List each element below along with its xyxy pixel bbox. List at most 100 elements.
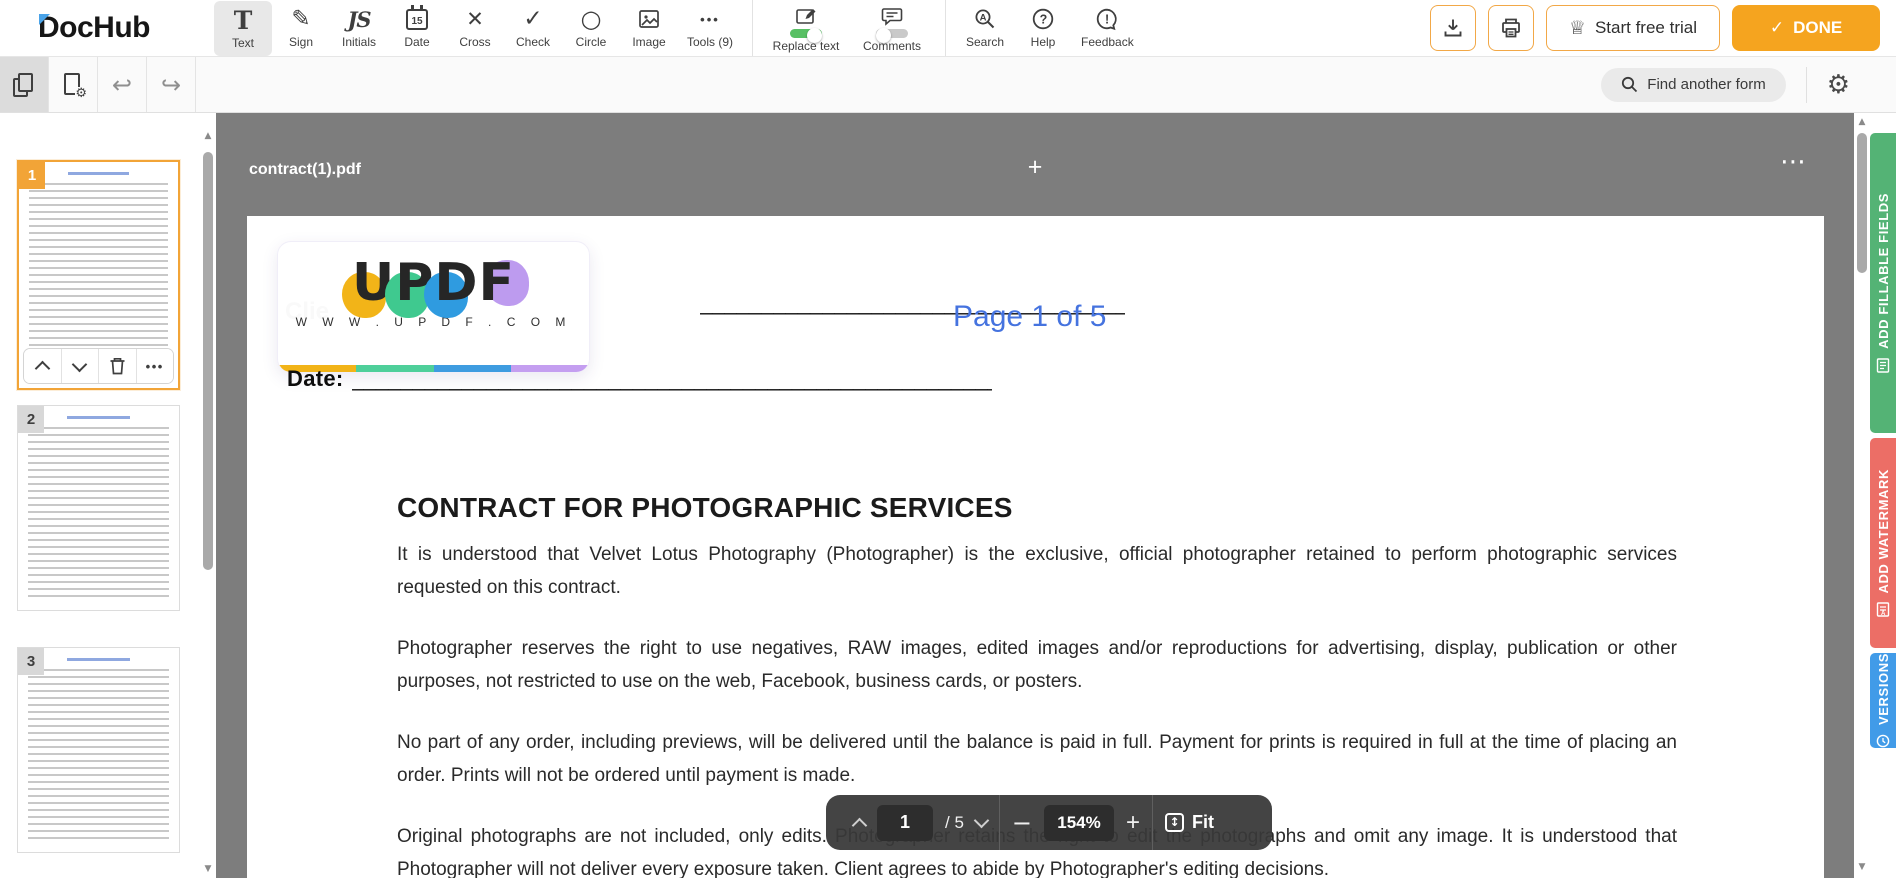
tool-more-tools[interactable]: ••• Tools (9) xyxy=(678,0,742,57)
download-button[interactable] xyxy=(1429,5,1476,51)
zoom-out-button[interactable]: − xyxy=(1012,811,1032,835)
find-another-form-label: Find another form xyxy=(1647,76,1766,93)
text-icon: T xyxy=(233,5,253,35)
tool-feedback[interactable]: ! Feedback xyxy=(1072,0,1143,57)
sign-pen-icon: ✎ xyxy=(291,6,311,32)
date-field-row: Date: __________________________________… xyxy=(287,366,992,398)
tool-help[interactable]: ? Help xyxy=(1014,0,1072,57)
tool-text[interactable]: T Text xyxy=(214,0,272,56)
fit-page-button[interactable]: ↕ Fit xyxy=(1165,812,1214,833)
tool-comments[interactable]: Comments xyxy=(849,0,935,57)
document-scrollbar[interactable]: ▲ ▼ xyxy=(1854,113,1870,878)
tool-check[interactable]: ✓ Check xyxy=(504,0,562,57)
date-line: ________________________________________… xyxy=(351,366,992,391)
versions-tab[interactable]: VERSIONS xyxy=(1870,653,1896,748)
toolbar-divider xyxy=(752,0,754,56)
ellipsis-icon: ••• xyxy=(700,11,720,27)
tool-label: Feedback xyxy=(1081,34,1134,49)
tool-sign[interactable]: ✎ Sign xyxy=(272,0,330,57)
comments-toggle[interactable] xyxy=(876,27,909,43)
replace-text-toggle[interactable] xyxy=(790,27,823,43)
scroll-down-icon[interactable]: ▼ xyxy=(200,864,216,874)
mini-text-lines xyxy=(28,427,169,600)
tool-label: Tools (9) xyxy=(687,34,734,49)
current-page-input[interactable] xyxy=(877,804,933,841)
mini-page-header xyxy=(67,416,130,419)
page-thumbnail-1[interactable]: 1 ••• xyxy=(17,160,180,390)
add-watermark-tab[interactable]: ADD WATERMARK A xyxy=(1870,438,1896,648)
logo-fold-icon xyxy=(39,14,50,25)
redo-button[interactable]: ↪ xyxy=(147,57,196,112)
svg-text:A: A xyxy=(980,13,987,24)
chevron-down-icon xyxy=(973,812,990,829)
next-page-button[interactable] xyxy=(973,812,990,830)
page-number-badge: 1 xyxy=(19,162,45,189)
tool-circle[interactable]: ○ Circle xyxy=(562,0,620,57)
zoom-in-button[interactable]: + xyxy=(1126,810,1140,835)
updf-letter: D xyxy=(424,253,479,318)
document-filename: contract(1).pdf xyxy=(249,161,361,178)
chevron-down-icon xyxy=(71,356,88,372)
print-button[interactable] xyxy=(1487,5,1534,51)
tool-cross[interactable]: ✕ Cross xyxy=(446,0,504,57)
tool-initials[interactable]: JS Initials xyxy=(330,0,388,57)
svg-text:A: A xyxy=(1881,611,1886,617)
pdf-page-1[interactable]: Clie U P D F W W W . U P D F . C O M ___… xyxy=(247,216,1824,878)
contract-paragraph: Photographer reserves the right to use n… xyxy=(397,638,1677,692)
page-number-badge: 3 xyxy=(18,648,44,675)
scrollbar-thumb[interactable] xyxy=(1857,133,1867,273)
tool-label: Image xyxy=(632,34,666,49)
find-another-form-button[interactable]: Find another form xyxy=(1601,67,1786,102)
page-more-options-button[interactable]: ••• xyxy=(136,349,173,383)
updf-logo: U P D F xyxy=(341,253,529,318)
page-number-badge: 2 xyxy=(18,406,44,433)
add-page-button[interactable]: + xyxy=(1028,155,1043,180)
scroll-up-icon[interactable]: ▲ xyxy=(200,131,216,141)
tool-search[interactable]: A Search xyxy=(956,0,1014,57)
tool-label: Text xyxy=(231,35,254,50)
secondary-toolbar: ⚙ ↩ ↪ Find another form ⚙ xyxy=(0,57,1896,113)
toolbar-divider xyxy=(945,0,947,56)
tool-label: Check xyxy=(515,34,550,49)
chevron-up-icon xyxy=(34,360,51,377)
tool-label: Sign xyxy=(288,34,314,49)
total-pages-label: / 5 xyxy=(945,812,964,832)
ellipsis-icon: ••• xyxy=(145,358,164,374)
feedback-icon: ! xyxy=(1095,6,1119,33)
undo-button[interactable]: ↩ xyxy=(98,57,147,112)
contract-paragraph: No part of any order, including previews… xyxy=(397,732,1677,786)
header-actions: ♕ Start free trial ✓ DONE xyxy=(1429,5,1880,51)
tab-label: VERSIONS xyxy=(1875,653,1891,725)
tool-replace-text[interactable]: Replace text xyxy=(763,0,849,57)
initials-icon: JS xyxy=(347,6,371,32)
scroll-up-icon[interactable]: ▲ xyxy=(1854,117,1870,127)
tool-label: Comments xyxy=(863,38,922,53)
move-page-up-button[interactable] xyxy=(24,349,62,383)
delete-page-button[interactable] xyxy=(99,349,137,383)
tool-date[interactable]: 15 Date xyxy=(388,0,446,57)
move-page-down-button[interactable] xyxy=(61,349,99,383)
download-icon xyxy=(1441,16,1465,40)
help-icon: ? xyxy=(1031,6,1055,33)
document-more-options-button[interactable]: ⋯ xyxy=(1780,149,1808,175)
scrollbar-thumb[interactable] xyxy=(203,152,213,570)
crown-icon: ♕ xyxy=(1568,17,1586,39)
circle-icon: ○ xyxy=(580,5,602,33)
svg-text:?: ? xyxy=(1040,12,1048,26)
start-free-trial-button[interactable]: ♕ Start free trial xyxy=(1545,5,1720,51)
dochub-logo[interactable]: DocHub xyxy=(38,11,151,45)
tool-image[interactable]: Image xyxy=(620,0,678,57)
trash-icon xyxy=(109,357,126,375)
page-settings-button[interactable]: ⚙ xyxy=(49,57,98,112)
scroll-down-icon[interactable]: ▼ xyxy=(1854,862,1870,872)
updf-letter: F xyxy=(478,253,529,313)
settings-gear-icon[interactable]: ⚙ xyxy=(1827,72,1850,98)
watermark-icon: A xyxy=(1876,602,1890,617)
thumbnail-scrollbar[interactable]: ▲ ▼ xyxy=(200,113,216,878)
page-thumbnail-3[interactable]: 3 xyxy=(17,647,180,853)
done-button[interactable]: ✓ DONE xyxy=(1732,5,1880,51)
page-thumbnails-button[interactable] xyxy=(0,57,49,112)
previous-page-button[interactable] xyxy=(851,815,868,833)
page-thumbnail-2[interactable]: 2 xyxy=(17,405,180,611)
add-fillable-fields-tab[interactable]: ADD FILLABLE FIELDS xyxy=(1870,133,1896,433)
